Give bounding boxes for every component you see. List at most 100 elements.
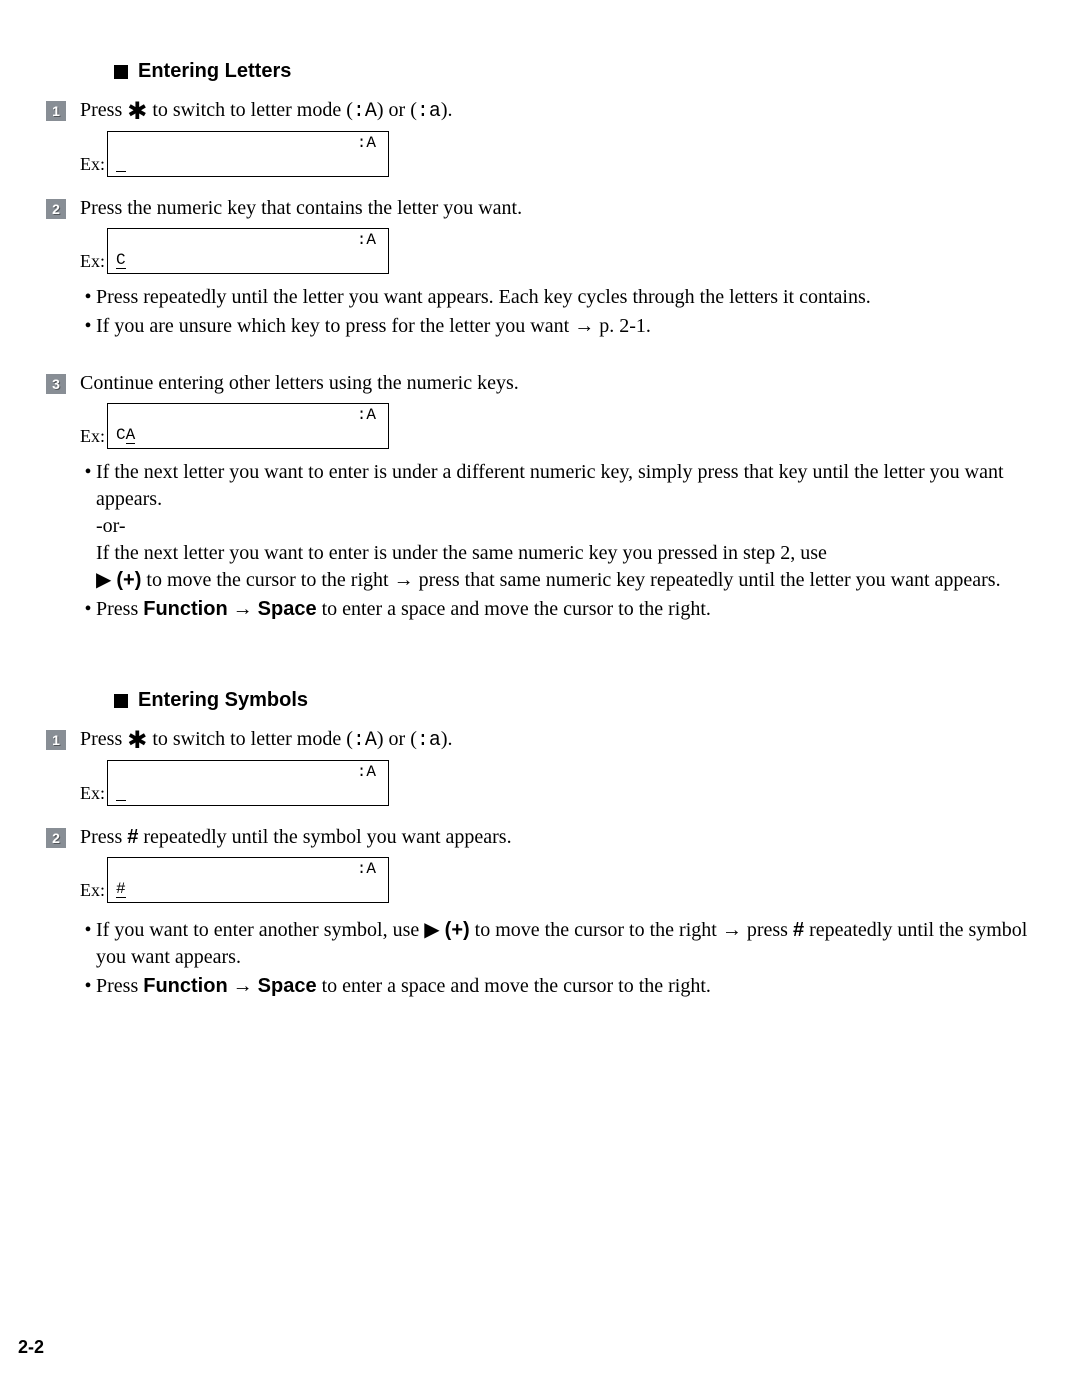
t: -or- bbox=[96, 515, 126, 537]
bullet-icon: • bbox=[80, 973, 96, 1000]
t: Press bbox=[80, 99, 127, 121]
display-mode: :A bbox=[357, 860, 376, 878]
step-number-badge: 3 bbox=[46, 374, 66, 394]
note-item: • If you want to enter another symbol, u… bbox=[80, 917, 1050, 971]
display-content bbox=[116, 783, 126, 801]
cursor-icon bbox=[116, 788, 126, 801]
note-item: • Press Function → Space to enter a spac… bbox=[80, 973, 1050, 1000]
example-label: Ex: bbox=[80, 880, 105, 903]
t: ). bbox=[441, 99, 453, 121]
t: Press bbox=[80, 826, 127, 848]
arrow-icon: → bbox=[394, 569, 414, 591]
key-label: Space bbox=[258, 975, 317, 997]
triangle-right-icon: ▶ bbox=[96, 567, 111, 594]
t: ). bbox=[441, 728, 453, 750]
t: Press bbox=[96, 975, 143, 997]
cursor-char: A bbox=[126, 427, 136, 444]
t: to move the cursor to the right bbox=[146, 569, 393, 591]
example-label: Ex: bbox=[80, 783, 105, 806]
display-mode: :A bbox=[357, 763, 376, 781]
display-example: Ex: :A bbox=[80, 760, 1050, 806]
step-number-badge: 2 bbox=[46, 199, 66, 219]
t: Press bbox=[80, 728, 127, 750]
key-label: # bbox=[127, 826, 138, 848]
cursor-char: C bbox=[116, 252, 126, 269]
plus-label: (+) bbox=[116, 569, 141, 591]
star-icon: ✱ bbox=[127, 728, 147, 754]
t: If the next letter you want to enter is … bbox=[96, 542, 827, 564]
key-label: Space bbox=[258, 598, 317, 620]
t: ) or ( bbox=[377, 99, 417, 121]
note-item: •If you are unsure which key to press fo… bbox=[80, 313, 1050, 340]
section-heading-symbols: Entering Symbols bbox=[114, 689, 1050, 712]
display-example: Ex: :A C bbox=[80, 228, 1050, 274]
section-heading-letters: Entering Letters bbox=[114, 60, 1050, 83]
note-text: If you want to enter another symbol, use… bbox=[96, 917, 1050, 971]
step-instruction: Press ✱ to switch to letter mode (:A) or… bbox=[80, 97, 1050, 125]
display-mode: :A bbox=[357, 134, 376, 152]
bullet-icon: • bbox=[80, 596, 96, 623]
display-content: # bbox=[116, 880, 126, 898]
square-bullet-icon bbox=[114, 694, 128, 708]
step-instruction: Press # repeatedly until the symbol you … bbox=[80, 824, 1050, 851]
page-number: 2-2 bbox=[18, 1337, 44, 1358]
example-label: Ex: bbox=[80, 251, 105, 274]
key-label: # bbox=[793, 919, 804, 941]
step-notes: •Press repeatedly until the letter you w… bbox=[80, 284, 1050, 340]
step-number-badge: 1 bbox=[46, 730, 66, 750]
t: press that same numeric key repeatedly u… bbox=[414, 569, 1001, 591]
note-item: •Press repeatedly until the letter you w… bbox=[80, 284, 1050, 311]
display-mode: :A bbox=[357, 406, 376, 424]
heading-text: Entering Symbols bbox=[138, 689, 308, 712]
t: repeatedly until the symbol you want app… bbox=[138, 826, 511, 848]
note-text: Press Function → Space to enter a space … bbox=[96, 596, 1050, 623]
lcd-display: :A bbox=[107, 760, 389, 806]
note-item: • If the next letter you want to enter i… bbox=[80, 459, 1050, 594]
symbols-step-2: 2 Press # repeatedly until the symbol yo… bbox=[20, 824, 1050, 1022]
note-text: If you are unsure which key to press for… bbox=[96, 313, 1050, 340]
key-label: Function bbox=[143, 598, 227, 620]
letters-step-3: 3 Continue entering other letters using … bbox=[20, 370, 1050, 645]
plus-label: (+) bbox=[445, 919, 470, 941]
arrow-icon: → bbox=[233, 975, 253, 997]
lcd-display: :A CA bbox=[107, 403, 389, 449]
triangle-right-icon: ▶ bbox=[424, 917, 439, 944]
step-number-badge: 2 bbox=[46, 828, 66, 848]
display-mode: :A bbox=[357, 231, 376, 249]
bullet-icon: • bbox=[80, 313, 96, 340]
mode-code: :A bbox=[353, 729, 377, 752]
display-content: C bbox=[116, 251, 126, 269]
note-item: • Press Function → Space to enter a spac… bbox=[80, 596, 1050, 623]
mode-code: :A bbox=[353, 100, 377, 123]
t: p. 2-1. bbox=[594, 315, 651, 337]
display-example: Ex: :A bbox=[80, 131, 1050, 177]
t: to enter a space and move the cursor to … bbox=[317, 598, 711, 620]
arrow-icon: → bbox=[722, 919, 742, 941]
letters-step-1: 1 Press ✱ to switch to letter mode (:A) … bbox=[20, 97, 1050, 187]
display-example: Ex: :A # bbox=[80, 857, 1050, 903]
star-icon: ✱ bbox=[127, 99, 147, 125]
cursor-icon bbox=[116, 159, 126, 172]
arrow-icon: → bbox=[233, 598, 253, 620]
display-example: Ex: :A CA bbox=[80, 403, 1050, 449]
step-instruction: Press the numeric key that contains the … bbox=[80, 195, 1050, 222]
heading-text: Entering Letters bbox=[138, 60, 291, 83]
arrow-icon: → bbox=[574, 315, 594, 337]
mode-code: :a bbox=[417, 100, 441, 123]
step-instruction: Continue entering other letters using th… bbox=[80, 370, 1050, 397]
t: to switch to letter mode ( bbox=[147, 99, 353, 121]
note-text: If the next letter you want to enter is … bbox=[96, 459, 1050, 594]
t: ) or ( bbox=[377, 728, 417, 750]
mode-code: :a bbox=[417, 729, 441, 752]
step-number-badge: 1 bbox=[46, 101, 66, 121]
t: Press bbox=[96, 598, 143, 620]
letters-step-2: 2 Press the numeric key that contains th… bbox=[20, 195, 1050, 362]
step-notes: • If the next letter you want to enter i… bbox=[80, 459, 1050, 623]
lcd-display: :A # bbox=[107, 857, 389, 903]
t: to switch to letter mode ( bbox=[147, 728, 353, 750]
display-content: CA bbox=[116, 426, 135, 444]
bullet-icon: • bbox=[80, 284, 96, 311]
symbols-step-1: 1 Press ✱ to switch to letter mode (:A) … bbox=[20, 726, 1050, 816]
step-notes: • If you want to enter another symbol, u… bbox=[80, 917, 1050, 1000]
cursor-char: # bbox=[116, 881, 126, 898]
